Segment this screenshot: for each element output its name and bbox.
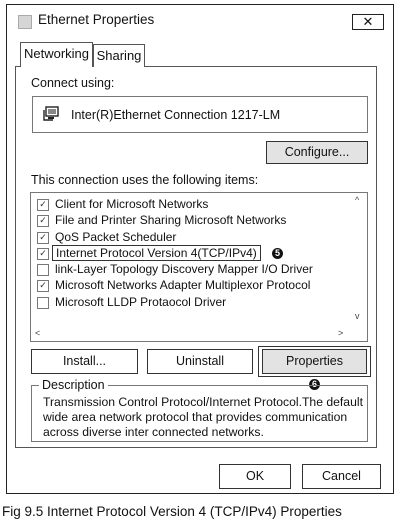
tab-networking[interactable]: Networking <box>20 42 93 67</box>
vertical-scrollbar[interactable]: ^ v <box>351 193 367 327</box>
item-checkbox[interactable]: ✓ <box>37 199 49 211</box>
components-items: ✓ Client for Microsoft Networks ✓ File and … <box>31 197 351 311</box>
scroll-down-icon[interactable]: v <box>355 311 360 321</box>
item-checkbox[interactable]: ✓ <box>37 215 49 228</box>
description-legend: Description <box>39 378 108 392</box>
horizontal-scrollbar[interactable]: < > <box>31 327 351 341</box>
scroll-right-icon[interactable]: > <box>338 328 343 338</box>
tab-sharing[interactable]: Sharing <box>93 44 145 67</box>
adapter-box: Inter(R)Ethernet Connection 1217-LM <box>32 96 368 133</box>
item-checkbox[interactable]: ✓ <box>37 280 49 293</box>
item-label: Internet Protocol Version 4(TCP/IPv4) <box>52 244 261 261</box>
ok-button[interactable]: OK <box>219 464 291 489</box>
list-item[interactable]: Microsoft LLDP Protaocol Driver <box>31 295 351 311</box>
window-title: Ethernet Properties <box>38 12 155 27</box>
item-label: QoS Packet Scheduler <box>55 229 177 244</box>
item-label: Microsoft Networks Adapter Multiplexor P… <box>55 278 311 293</box>
cancel-button[interactable]: Cancel <box>302 464 381 489</box>
item-label: link-Layer Topology Discovery Mapper I/O… <box>55 262 313 277</box>
item-label: File and Printer Sharing Microsoft Netwo… <box>55 213 287 228</box>
connect-using-label: Connect using: <box>31 76 115 90</box>
item-checkbox[interactable]: ✓ <box>37 247 49 260</box>
list-item[interactable]: ✓ QoS Packet Scheduler <box>31 230 351 246</box>
list-item[interactable]: ✓ File and Printer Sharing Microsoft Netw… <box>31 213 351 229</box>
properties-button[interactable]: Properties <box>262 349 367 374</box>
items-label: This connection uses the following items… <box>31 173 259 187</box>
item-label: Microsoft LLDP Protaocol Driver <box>55 294 227 309</box>
item-checkbox[interactable] <box>37 296 49 309</box>
configure-button[interactable]: Configure... <box>266 141 368 164</box>
uninstall-button[interactable]: Uninstall <box>147 349 253 374</box>
close-button[interactable]: ✕ <box>352 14 384 30</box>
list-item[interactable]: link-Layer Topology Discovery Mapper I/O… <box>31 262 351 278</box>
item-checkbox[interactable]: ✓ <box>37 231 49 244</box>
install-button[interactable]: Install... <box>31 349 138 374</box>
item-checkbox[interactable] <box>37 264 49 277</box>
figure-caption: Fig 9.5 Internet Protocol Version 4 (TCP… <box>2 504 342 519</box>
callout-badge-5: 5 <box>272 247 283 259</box>
adapter-name: Inter(R)Ethernet Connection 1217-LM <box>71 108 281 122</box>
list-item[interactable]: ✓ Microsoft Networks Adapter Multiplexor … <box>31 278 351 294</box>
window-icon <box>18 15 32 29</box>
scroll-left-icon[interactable]: < <box>35 328 40 338</box>
list-item[interactable]: ✓ Client for Microsoft Networks <box>31 197 351 213</box>
components-list: ✓ Client for Microsoft Networks ✓ File and … <box>30 192 368 342</box>
item-label: Client for Microsoft Networks <box>55 197 209 211</box>
scroll-up-icon[interactable]: ^ <box>355 195 359 205</box>
title-bar[interactable]: Ethernet Properties ✕ <box>7 5 392 36</box>
network-adapter-icon <box>43 106 59 121</box>
list-item[interactable]: ✓ Internet Protocol Version 4(TCP/IPv4) 5 <box>31 244 351 262</box>
description-text: Transmission Control Protocol/Internet P… <box>43 395 363 439</box>
